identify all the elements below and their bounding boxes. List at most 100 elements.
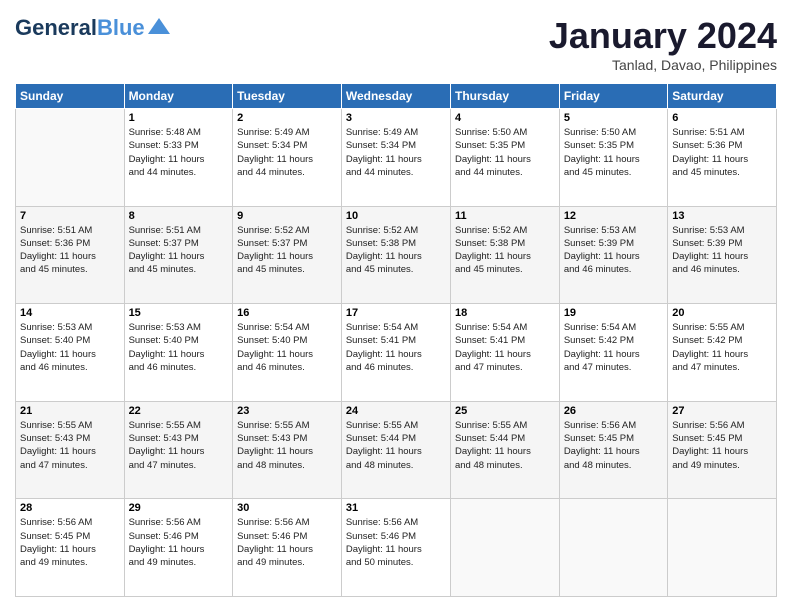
day-info: Sunrise: 5:50 AMSunset: 5:35 PMDaylight:… [455, 126, 555, 179]
day-number: 20 [672, 307, 772, 319]
calendar-week-row: 1 Sunrise: 5:48 AMSunset: 5:33 PMDaylight… [16, 109, 777, 207]
day-info: Sunrise: 5:52 AMSunset: 5:37 PMDaylight:… [237, 224, 337, 277]
day-number: 22 [129, 405, 229, 417]
calendar-cell: 1 Sunrise: 5:48 AMSunset: 5:33 PMDaylight… [124, 109, 233, 207]
page: General Blue January 2024 Tanlad, Davao,… [0, 0, 792, 612]
day-info: Sunrise: 5:53 AMSunset: 5:39 PMDaylight:… [564, 224, 663, 277]
day-number: 9 [237, 210, 337, 222]
calendar-cell: 24 Sunrise: 5:55 AMSunset: 5:44 PMDayligh… [341, 401, 450, 499]
day-number: 27 [672, 405, 772, 417]
day-info: Sunrise: 5:56 AMSunset: 5:45 PMDaylight:… [20, 516, 120, 569]
title-block: January 2024 Tanlad, Davao, Philippines [549, 15, 777, 73]
calendar-cell: 31Sunrise: 5:56 AMSunset: 5:46 PMDayligh… [341, 499, 450, 597]
day-number: 25 [455, 405, 555, 417]
day-number: 23 [237, 405, 337, 417]
day-info: Sunrise: 5:50 AMSunset: 5:35 PMDaylight:… [564, 126, 663, 179]
day-number: 17 [346, 307, 446, 319]
calendar-cell [559, 499, 667, 597]
calendar-cell: 25 Sunrise: 5:55 AMSunset: 5:44 PMDayligh… [450, 401, 559, 499]
day-number: 4 [455, 112, 555, 124]
day-info: Sunrise: 5:48 AMSunset: 5:33 PMDaylight:… [129, 126, 229, 179]
calendar-cell: 11 Sunrise: 5:52 AMSunset: 5:38 PMDayligh… [450, 206, 559, 304]
calendar-cell: 20 Sunrise: 5:55 AMSunset: 5:42 PMDayligh… [668, 304, 777, 402]
day-info: Sunrise: 5:49 AMSunset: 5:34 PMDaylight:… [346, 126, 446, 179]
calendar-week-row: 21 Sunrise: 5:55 AMSunset: 5:43 PMDayligh… [16, 401, 777, 499]
day-info: Sunrise: 5:55 AMSunset: 5:44 PMDaylight:… [455, 419, 555, 472]
day-info: Sunrise: 5:55 AMSunset: 5:43 PMDaylight:… [129, 419, 229, 472]
day-number: 16 [237, 307, 337, 319]
calendar-cell: 30Sunrise: 5:56 AMSunset: 5:46 PMDayligh… [233, 499, 342, 597]
month-title: January 2024 [549, 15, 777, 57]
calendar-week-row: 7 Sunrise: 5:51 AMSunset: 5:36 PMDaylight… [16, 206, 777, 304]
day-number: 29 [129, 502, 229, 514]
day-info: Sunrise: 5:52 AMSunset: 5:38 PMDaylight:… [455, 224, 555, 277]
calendar-cell: 21 Sunrise: 5:55 AMSunset: 5:43 PMDayligh… [16, 401, 125, 499]
day-number: 12 [564, 210, 663, 222]
calendar-cell: 12 Sunrise: 5:53 AMSunset: 5:39 PMDayligh… [559, 206, 667, 304]
calendar-cell: 18 Sunrise: 5:54 AMSunset: 5:41 PMDayligh… [450, 304, 559, 402]
day-info: Sunrise: 5:56 AMSunset: 5:46 PMDaylight:… [129, 516, 229, 569]
location: Tanlad, Davao, Philippines [549, 57, 777, 73]
day-info: Sunrise: 5:56 AMSunset: 5:45 PMDaylight:… [672, 419, 772, 472]
calendar-cell: 26Sunrise: 5:56 AMSunset: 5:45 PMDayligh… [559, 401, 667, 499]
calendar-cell: 5 Sunrise: 5:50 AMSunset: 5:35 PMDaylight… [559, 109, 667, 207]
calendar-cell: 14 Sunrise: 5:53 AMSunset: 5:40 PMDayligh… [16, 304, 125, 402]
day-number: 13 [672, 210, 772, 222]
calendar-cell: 22 Sunrise: 5:55 AMSunset: 5:43 PMDayligh… [124, 401, 233, 499]
day-number: 14 [20, 307, 120, 319]
day-info: Sunrise: 5:54 AMSunset: 5:41 PMDaylight:… [455, 321, 555, 374]
calendar-cell: 19Sunrise: 5:54 AMSunset: 5:42 PMDayligh… [559, 304, 667, 402]
day-number: 18 [455, 307, 555, 319]
day-info: Sunrise: 5:54 AMSunset: 5:40 PMDaylight:… [237, 321, 337, 374]
calendar-cell: 23 Sunrise: 5:55 AMSunset: 5:43 PMDayligh… [233, 401, 342, 499]
calendar-cell: 29 Sunrise: 5:56 AMSunset: 5:46 PMDayligh… [124, 499, 233, 597]
day-info: Sunrise: 5:51 AMSunset: 5:36 PMDaylight:… [672, 126, 772, 179]
calendar-day-header: Monday [124, 84, 233, 109]
day-info: Sunrise: 5:52 AMSunset: 5:38 PMDaylight:… [346, 224, 446, 277]
calendar-table: SundayMondayTuesdayWednesdayThursdayFrid… [15, 83, 777, 597]
calendar-cell [668, 499, 777, 597]
calendar-cell: 8 Sunrise: 5:51 AMSunset: 5:37 PMDaylight… [124, 206, 233, 304]
day-info: Sunrise: 5:56 AMSunset: 5:46 PMDaylight:… [237, 516, 337, 569]
day-number: 11 [455, 210, 555, 222]
day-info: Sunrise: 5:56 AMSunset: 5:45 PMDaylight:… [564, 419, 663, 472]
day-number: 1 [129, 112, 229, 124]
day-number: 24 [346, 405, 446, 417]
day-info: Sunrise: 5:51 AMSunset: 5:37 PMDaylight:… [129, 224, 229, 277]
day-info: Sunrise: 5:49 AMSunset: 5:34 PMDaylight:… [237, 126, 337, 179]
calendar-cell: 28 Sunrise: 5:56 AMSunset: 5:45 PMDayligh… [16, 499, 125, 597]
day-number: 8 [129, 210, 229, 222]
day-info: Sunrise: 5:55 AMSunset: 5:43 PMDaylight:… [20, 419, 120, 472]
day-info: Sunrise: 5:54 AMSunset: 5:41 PMDaylight:… [346, 321, 446, 374]
calendar-week-row: 14 Sunrise: 5:53 AMSunset: 5:40 PMDayligh… [16, 304, 777, 402]
calendar-day-header: Saturday [668, 84, 777, 109]
header: General Blue January 2024 Tanlad, Davao,… [15, 15, 777, 73]
calendar-day-header: Tuesday [233, 84, 342, 109]
day-number: 2 [237, 112, 337, 124]
day-number: 21 [20, 405, 120, 417]
day-number: 3 [346, 112, 446, 124]
day-info: Sunrise: 5:55 AMSunset: 5:44 PMDaylight:… [346, 419, 446, 472]
day-number: 5 [564, 112, 663, 124]
day-info: Sunrise: 5:56 AMSunset: 5:46 PMDaylight:… [346, 516, 446, 569]
logo-part2: Blue [97, 15, 145, 41]
day-info: Sunrise: 5:53 AMSunset: 5:39 PMDaylight:… [672, 224, 772, 277]
calendar-cell: 2 Sunrise: 5:49 AMSunset: 5:34 PMDaylight… [233, 109, 342, 207]
calendar-cell: 6Sunrise: 5:51 AMSunset: 5:36 PMDaylight… [668, 109, 777, 207]
day-info: Sunrise: 5:55 AMSunset: 5:42 PMDaylight:… [672, 321, 772, 374]
day-info: Sunrise: 5:51 AMSunset: 5:36 PMDaylight:… [20, 224, 120, 277]
logo-icon [148, 18, 170, 39]
calendar-cell: 13 Sunrise: 5:53 AMSunset: 5:39 PMDayligh… [668, 206, 777, 304]
calendar-cell: 27 Sunrise: 5:56 AMSunset: 5:45 PMDayligh… [668, 401, 777, 499]
day-number: 28 [20, 502, 120, 514]
calendar-week-row: 28 Sunrise: 5:56 AMSunset: 5:45 PMDayligh… [16, 499, 777, 597]
calendar-cell: 10Sunrise: 5:52 AMSunset: 5:38 PMDayligh… [341, 206, 450, 304]
day-info: Sunrise: 5:55 AMSunset: 5:43 PMDaylight:… [237, 419, 337, 472]
calendar-day-header: Wednesday [341, 84, 450, 109]
calendar-cell [16, 109, 125, 207]
calendar-day-header: Friday [559, 84, 667, 109]
calendar-cell [450, 499, 559, 597]
calendar-header-row: SundayMondayTuesdayWednesdayThursdayFrid… [16, 84, 777, 109]
day-info: Sunrise: 5:53 AMSunset: 5:40 PMDaylight:… [20, 321, 120, 374]
day-number: 7 [20, 210, 120, 222]
